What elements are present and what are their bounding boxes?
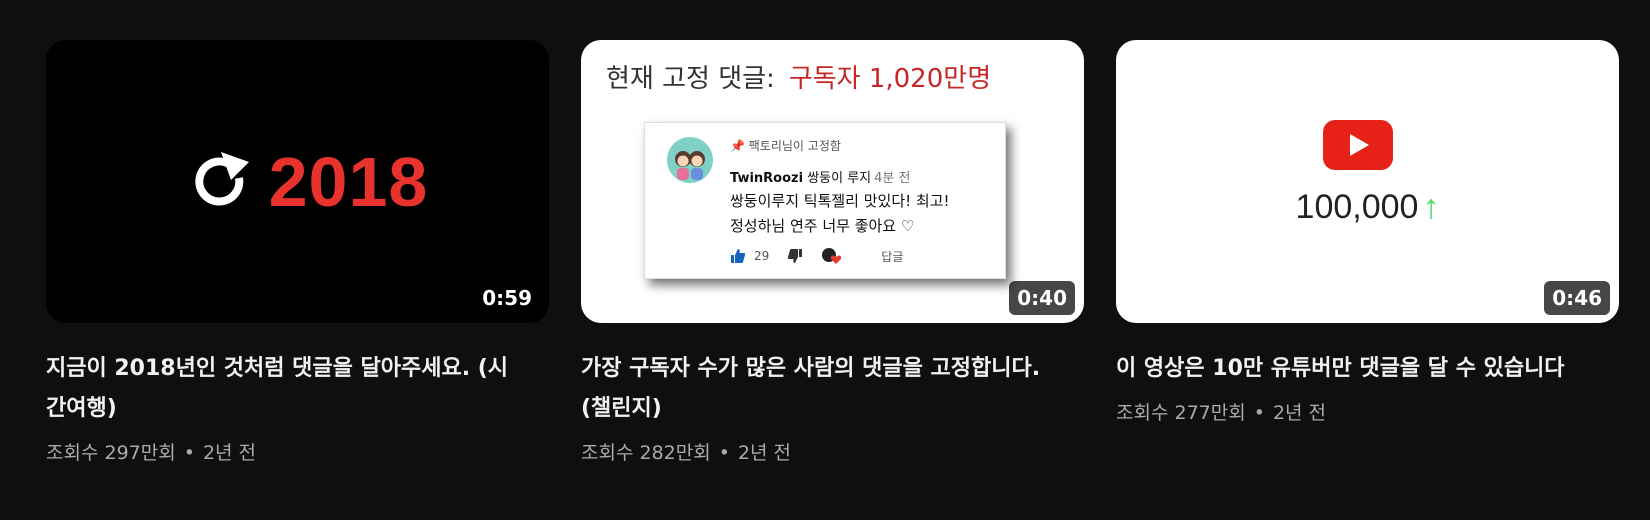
duration-badge: 0:59 [474, 281, 540, 315]
video-thumbnail[interactable]: 현재 고정 댓글: 구독자 1,020만명 📌 팩토리님이 고정함 TwinRo… [581, 40, 1084, 323]
video-card[interactable]: 2018 0:59 지금이 2018년인 것처럼 댓글을 달아주세요. (시간여… [46, 40, 549, 467]
meta-separator: • [718, 442, 730, 464]
meta-separator: • [1253, 402, 1265, 424]
upload-age: 2년 전 [1272, 402, 1327, 424]
milestone-count: 100,000 [1295, 188, 1419, 226]
video-grid: 2018 0:59 지금이 2018년인 것처럼 댓글을 달아주세요. (시간여… [46, 40, 1619, 467]
upload-age: 2년 전 [202, 442, 257, 464]
duration-badge: 0:40 [1009, 281, 1075, 315]
pin-icon: 📌 [730, 139, 749, 153]
thumbs-up-icon [731, 249, 746, 263]
view-count: 조회수 282만회 [581, 442, 711, 464]
video-meta: 조회수 297만회 • 2년 전 [46, 439, 549, 467]
arrow-up-icon: ↑ [1422, 188, 1440, 226]
avatar [667, 137, 713, 183]
video-meta: 조회수 282만회 • 2년 전 [581, 439, 1084, 467]
reply-button: 답글 [881, 249, 904, 264]
video-thumbnail[interactable]: 100,000 ↑ 0:46 [1116, 40, 1619, 323]
upload-age: 2년 전 [737, 442, 792, 464]
meta-separator: • [183, 442, 195, 464]
view-count: 조회수 277만회 [1116, 402, 1246, 424]
pinned-label: 📌 팩토리님이 고정함 [730, 139, 841, 153]
comment-actions: 29 답글 [730, 247, 903, 265]
youtube-logo-icon [1323, 120, 1393, 170]
video-title[interactable]: 지금이 2018년인 것처럼 댓글을 달아주세요. (시간여행) [46, 349, 516, 429]
view-count: 조회수 297만회 [46, 442, 176, 464]
duration-badge: 0:46 [1544, 281, 1610, 315]
comment-text: 쌍둥이루지 틱톡젤리 맛있다! 최고! 정성하님 연주 너무 좋아요 ♡ [730, 192, 950, 235]
thumbnail-header-value: 구독자 1,020만명 [788, 64, 992, 94]
video-card[interactable]: 현재 고정 댓글: 구독자 1,020만명 📌 팩토리님이 고정함 TwinRo… [581, 40, 1084, 467]
replay-icon [194, 151, 249, 205]
video-title[interactable]: 가장 구독자 수가 많은 사람의 댓글을 고정합니다. (챌린지) [581, 349, 1051, 429]
thumbnail-header: 현재 고정 댓글: 구독자 1,020만명 [606, 58, 991, 95]
pinned-comment-card: 📌 팩토리님이 고정함 TwinRoozi 쌍둥이 루지 4분 전 쌍둥이루지 틱… [644, 122, 1006, 279]
creator-heart-icon [822, 248, 842, 264]
subscriber-milestone: 100,000 ↑ [1116, 188, 1619, 227]
thumbs-down-icon [788, 249, 803, 263]
thumbnail-art: 2018 [46, 40, 549, 323]
video-title[interactable]: 이 영상은 10만 유튜버만 댓글을 달 수 있습니다 [1116, 349, 1586, 389]
comment-author: TwinRoozi 쌍둥이 루지 4분 전 [730, 171, 911, 186]
video-card[interactable]: 100,000 ↑ 0:46 이 영상은 10만 유튜버만 댓글을 달 수 있습니… [1116, 40, 1619, 467]
like-count: 29 [754, 249, 770, 263]
video-meta: 조회수 277만회 • 2년 전 [1116, 399, 1619, 427]
thumbnail-year: 2018 [268, 142, 429, 221]
video-thumbnail[interactable]: 2018 0:59 [46, 40, 549, 323]
thumbnail-header-label: 현재 고정 댓글: [606, 64, 775, 94]
